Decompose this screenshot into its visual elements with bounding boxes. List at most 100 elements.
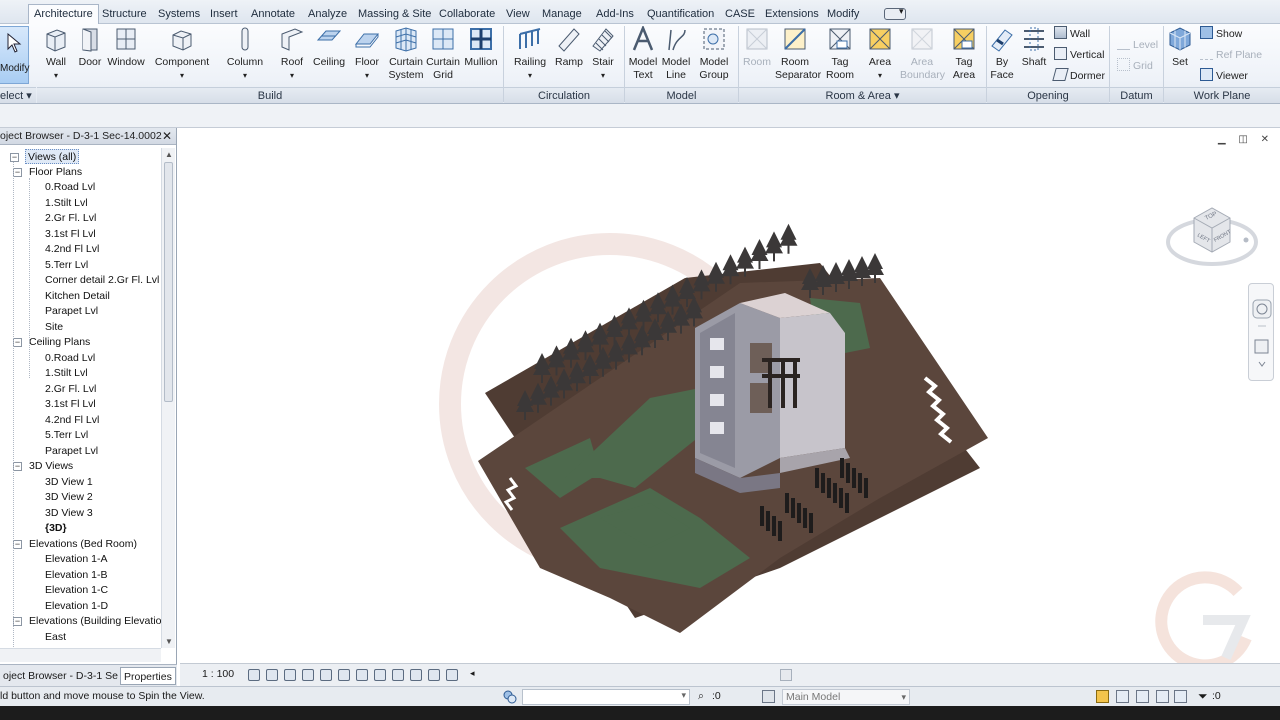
browser-horizontal-scrollbar[interactable] — [0, 648, 161, 662]
select-group-label[interactable]: elect ▾ — [0, 87, 36, 103]
visual-style-icon[interactable] — [266, 669, 278, 681]
tree-view-item[interactable]: Parapet Lvl — [45, 444, 98, 459]
filter-funnel-icon[interactable]: ⏷ — [1198, 689, 1208, 704]
viewer-button[interactable]: Viewer — [1200, 68, 1248, 84]
select-pinned-icon[interactable] — [1136, 690, 1149, 703]
tree-view-item[interactable]: 2.Gr Fl. Lvl — [45, 211, 96, 226]
tree-group-node[interactable]: − Ceiling Plans — [13, 335, 90, 350]
tree-view-item[interactable]: 3D View 2 — [45, 490, 93, 505]
level-button[interactable]: Level — [1117, 37, 1158, 53]
tree-view-item[interactable]: 4.2nd Fl Lvl — [45, 242, 99, 257]
stair-button[interactable]: Stair ▾ — [589, 26, 617, 82]
tag-room-button[interactable]: Tag Room — [824, 26, 856, 82]
tab-annotate[interactable]: Annotate — [246, 5, 300, 24]
worksharing-icon[interactable] — [428, 669, 440, 681]
tab-add-ins[interactable]: Add-Ins — [591, 5, 639, 24]
rendering-icon[interactable] — [320, 669, 332, 681]
window-button[interactable]: Window — [107, 26, 145, 69]
grid-button[interactable]: Grid — [1117, 58, 1153, 74]
wall-opening-button[interactable]: Wall — [1054, 26, 1090, 42]
tab-insert[interactable]: Insert — [205, 5, 243, 24]
tab-case[interactable]: CASE — [720, 5, 760, 24]
dropdown-arrow-icon[interactable]: ▾ — [878, 71, 882, 80]
3d-model-scene[interactable] — [180, 128, 1280, 663]
floor-button[interactable]: Floor ▾ — [352, 26, 382, 82]
railing-button[interactable]: Railing ▾ — [512, 26, 548, 82]
collapse-toggle-icon[interactable]: − — [13, 167, 22, 177]
dropdown-arrow-icon[interactable]: ▾ — [54, 71, 58, 80]
tree-view-item[interactable]: {3D} — [45, 521, 67, 536]
show-workplane-button[interactable]: Show — [1200, 26, 1242, 42]
worksets-icon[interactable] — [502, 689, 518, 705]
dormer-opening-button[interactable]: Dormer — [1052, 68, 1105, 84]
dropdown-arrow-icon[interactable]: ▾ — [243, 71, 247, 80]
tree-group-node[interactable]: − Floor Plans — [13, 165, 82, 180]
tab-structure[interactable]: Structure — [97, 5, 152, 24]
tree-view-item[interactable]: 5.Terr Lvl — [45, 428, 88, 443]
shaft-button[interactable]: Shaft — [1020, 26, 1048, 69]
tab-quantification[interactable]: Quantification — [642, 5, 719, 24]
model-group-button[interactable]: Model Group — [698, 26, 730, 82]
scroll-thumb[interactable] — [164, 162, 173, 402]
tab-manage[interactable]: Manage — [537, 5, 587, 24]
crop-view-icon[interactable] — [338, 669, 350, 681]
tab-massing-site[interactable]: Massing & Site — [353, 5, 436, 24]
model-text-button[interactable]: Model Text — [628, 24, 658, 82]
scroll-up-icon[interactable]: ▲ — [165, 150, 173, 159]
browser-vertical-scrollbar[interactable]: ▲ ▼ — [161, 148, 175, 648]
tree-view-item[interactable]: Corner detail 2.Gr Fl. Lvl — [45, 273, 159, 288]
tree-group-node[interactable]: − Views (all) — [10, 149, 80, 164]
tree-view-item[interactable]: 0.Road Lvl — [45, 351, 95, 366]
ramp-button[interactable]: Ramp — [553, 26, 585, 69]
curtain-grid-button[interactable]: Curtain Grid — [426, 26, 460, 82]
tree-view-item[interactable]: Elevation 1-A — [45, 552, 107, 567]
3d-viewport[interactable]: ▁ ◫ ✕ TOP LEFT FRONT — [180, 128, 1280, 672]
curtain-system-button[interactable]: Curtain System — [388, 26, 424, 82]
active-workset-field[interactable] — [522, 689, 690, 705]
tree-view-item[interactable]: 1.Stilt Lvl — [45, 366, 88, 381]
ref-plane-button[interactable]: Ref Plane — [1200, 47, 1262, 63]
collapse-toggle-icon[interactable]: − — [13, 617, 22, 626]
tree-view-item[interactable]: 1.Stilt Lvl — [45, 196, 88, 211]
tree-view-item[interactable]: Kitchen Detail — [45, 289, 110, 304]
filter-icon[interactable]: ⌕ — [698, 690, 704, 703]
collapse-toggle-icon[interactable]: − — [13, 462, 22, 471]
close-icon[interactable]: ✕ — [162, 128, 172, 144]
navigation-bar[interactable] — [1248, 283, 1274, 381]
column-button[interactable]: Column ▾ — [226, 26, 264, 82]
tree-view-item[interactable]: Site — [45, 320, 63, 335]
room-separator-button[interactable]: Room Separator — [775, 26, 821, 82]
tree-group-node[interactable]: −3D Views — [13, 459, 73, 474]
tree-view-item[interactable]: Elevation 1-B — [45, 568, 107, 583]
tab-modify[interactable]: Modify — [822, 5, 864, 24]
lock-view-icon[interactable] — [374, 669, 386, 681]
opening-by-face-button[interactable]: By Face — [988, 26, 1016, 82]
analysis-icon[interactable] — [446, 669, 458, 681]
tree-group-node[interactable]: − Elevations (Bed Room) — [13, 537, 137, 552]
tree-group-node[interactable]: − Elevations (Building Elevation — [13, 614, 162, 629]
area-boundary-button[interactable]: Area Boundary — [900, 26, 945, 82]
viewcube[interactable]: TOP LEFT FRONT — [1166, 190, 1258, 280]
tab-overflow-icon[interactable] — [884, 6, 906, 20]
detail-level-icon[interactable] — [248, 669, 260, 681]
tab-properties[interactable]: Properties — [120, 667, 176, 685]
tree-view-item[interactable]: 3D View 1 — [45, 475, 93, 490]
design-option-field[interactable]: Main Model — [782, 689, 910, 705]
door-button[interactable]: Door — [76, 26, 104, 69]
horizontal-scroll-thumb[interactable] — [780, 669, 792, 681]
tab-view[interactable]: View — [501, 5, 535, 24]
tree-view-item[interactable]: Parapet Lvl — [45, 304, 98, 319]
show-crop-icon[interactable] — [356, 669, 368, 681]
model-line-button[interactable]: Model Line — [661, 26, 691, 82]
steering-wheel-icon[interactable] — [1252, 299, 1272, 319]
tree-view-item[interactable]: 3D View 3 — [45, 506, 93, 521]
zoom-icon[interactable] — [1254, 339, 1269, 354]
ceiling-button[interactable]: Ceiling — [313, 26, 345, 69]
tree-view-item[interactable]: 5.Terr Lvl — [45, 258, 88, 273]
scroll-left-icon[interactable]: ◂ — [470, 668, 475, 679]
dropdown-arrow-icon[interactable]: ▾ — [180, 71, 184, 80]
vertical-opening-button[interactable]: Vertical — [1054, 47, 1104, 63]
room-button[interactable]: Room — [742, 26, 772, 69]
drag-elements-icon[interactable] — [1174, 690, 1187, 703]
select-by-face-icon[interactable] — [1156, 690, 1169, 703]
